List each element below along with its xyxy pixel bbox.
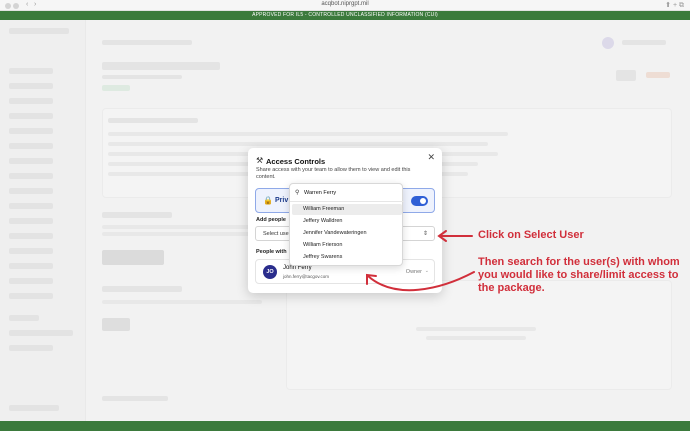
member-email: john.ferry@tacgov.com: [283, 274, 330, 279]
search-icon: ⚲: [295, 190, 300, 196]
dialog-subtitle: Share access with your team to allow the…: [256, 167, 411, 180]
add-people-label: Add people: [256, 217, 286, 223]
people-with-access-label: People with: [256, 249, 287, 255]
address-bar[interactable]: acqbot.niprgpt.mil: [290, 1, 400, 7]
divider: [290, 201, 404, 202]
annotation-step-2: Then search for the user(s) with whom yo…: [478, 256, 680, 294]
forward-icon[interactable]: ›: [34, 1, 36, 8]
user-option[interactable]: William Frierson: [292, 240, 402, 251]
user-option[interactable]: Jeffery Walldren: [292, 216, 402, 227]
user-search-input[interactable]: [304, 188, 398, 197]
window-close-dot[interactable]: [5, 3, 11, 9]
browser-toolbar: ‹ › acqbot.niprgpt.mil ⬆ + ⧉: [0, 0, 690, 11]
browser-action-icons[interactable]: ⬆ + ⧉: [665, 1, 684, 10]
annotation-step-1: Click on Select User: [478, 229, 584, 241]
user-option[interactable]: Jennifer Vandewateringen: [292, 228, 402, 239]
toggle-knob: [420, 198, 426, 204]
avatar: JO: [263, 265, 277, 279]
window-minimize-dot[interactable]: [13, 3, 19, 9]
back-icon[interactable]: ‹: [26, 1, 28, 8]
user-search-popover: ⚲ William Freeman Jeffery Walldren Jenni…: [289, 183, 404, 266]
private-label: Priv: [275, 197, 289, 204]
lock-icon: 🔒: [263, 196, 273, 205]
user-option[interactable]: Jeffrey Swarens: [292, 252, 402, 263]
member-role-select[interactable]: Owner: [406, 269, 422, 275]
select-user-placeholder: Select use: [263, 231, 289, 237]
user-option[interactable]: William Freeman: [292, 204, 402, 215]
chevron-down-icon: ⌄: [424, 268, 429, 274]
close-icon[interactable]: ✕: [427, 152, 435, 163]
private-toggle[interactable]: [411, 196, 428, 206]
chevron-updown-icon: ⇕: [422, 231, 428, 237]
tools-icon: ⚒: [256, 156, 264, 165]
dialog-title: Access Controls: [266, 157, 326, 166]
cui-banner-bottom: [0, 421, 690, 431]
cui-banner-top: APPROVED FOR IL5 - CONTROLLED UNCLASSIFI…: [0, 11, 690, 20]
